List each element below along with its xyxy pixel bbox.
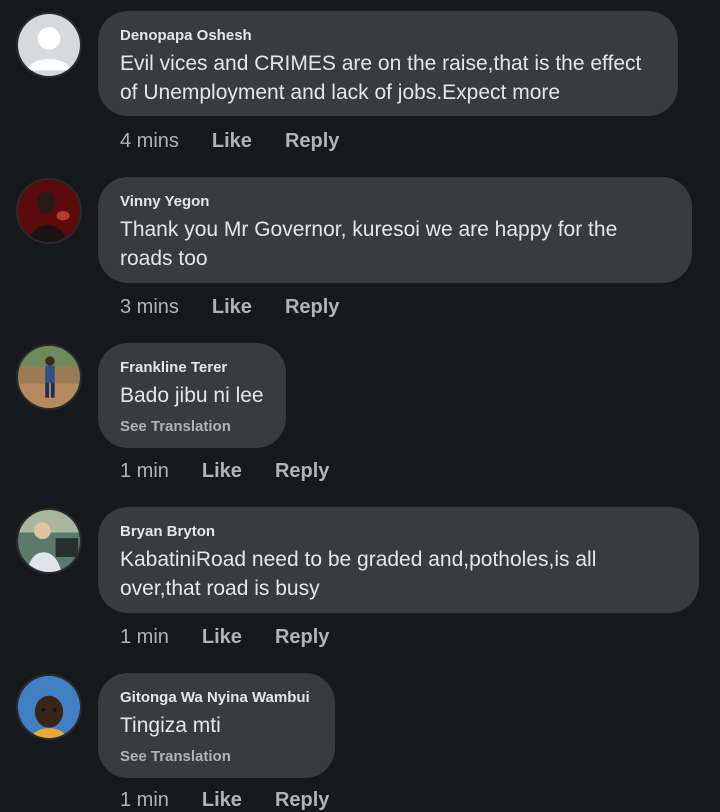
avatar[interactable] [16,344,82,410]
comment-actions: 4 mins Like Reply [120,129,372,153]
reply-button[interactable]: Reply [285,295,339,319]
comment-bubble[interactable]: Denopapa Oshesh Evil vices and CRIMES ar… [98,11,678,116]
like-button[interactable]: Like [202,459,242,483]
user-photo-icon [18,180,80,242]
like-button[interactable]: Like [202,625,242,649]
default-user-icon [18,14,80,76]
user-photo-icon [18,510,80,572]
reply-button[interactable]: Reply [285,129,339,153]
like-button[interactable]: Like [212,129,252,153]
comment-time[interactable]: 1 min [120,788,169,812]
comment-bubble[interactable]: Vinny Yegon Thank you Mr Governor, kures… [98,177,692,283]
reply-button[interactable]: Reply [275,625,329,649]
reply-button[interactable]: Reply [275,459,329,483]
like-button[interactable]: Like [202,788,242,812]
comment-actions: 1 min Like Reply [120,788,362,812]
avatar[interactable] [16,674,82,740]
comment-author[interactable]: Vinny Yegon [120,193,670,211]
comment-text: Thank you Mr Governor, kuresoi we are ha… [120,218,618,270]
see-translation-link[interactable]: See Translation [120,748,313,766]
comment-time[interactable]: 4 mins [120,129,179,153]
reply-button[interactable]: Reply [275,788,329,812]
comment-text: Evil vices and CRIMES are on the raise,t… [120,52,642,104]
user-photo-icon [18,346,80,408]
comment-text: Tingiza mti [120,714,221,737]
avatar-default[interactable] [16,12,82,78]
comment-actions: 1 min Like Reply [120,459,362,483]
comment-author[interactable]: Frankline Terer [120,359,264,377]
comment-bubble[interactable]: Frankline Terer Bado jibu ni lee See Tra… [98,343,286,448]
comment-bubble[interactable]: Bryan Bryton KabatiniRoad need to be gra… [98,507,699,613]
comment-text: KabatiniRoad need to be graded and,potho… [120,548,597,600]
comment-actions: 3 mins Like Reply [120,295,372,319]
comment-author[interactable]: Gitonga Wa Nyina Wambui [120,689,313,707]
avatar[interactable] [16,178,82,244]
like-button[interactable]: Like [212,295,252,319]
comment-time[interactable]: 3 mins [120,295,179,319]
user-photo-icon [18,676,80,738]
comment-time[interactable]: 1 min [120,625,169,649]
comment-actions: 1 min Like Reply [120,625,362,649]
comment-text: Bado jibu ni lee [120,384,264,407]
comment-author[interactable]: Denopapa Oshesh [120,27,656,45]
avatar[interactable] [16,508,82,574]
comment-time[interactable]: 1 min [120,459,169,483]
see-translation-link[interactable]: See Translation [120,418,264,436]
comment-author[interactable]: Bryan Bryton [120,523,677,541]
comment-bubble[interactable]: Gitonga Wa Nyina Wambui Tingiza mti See … [98,673,335,778]
